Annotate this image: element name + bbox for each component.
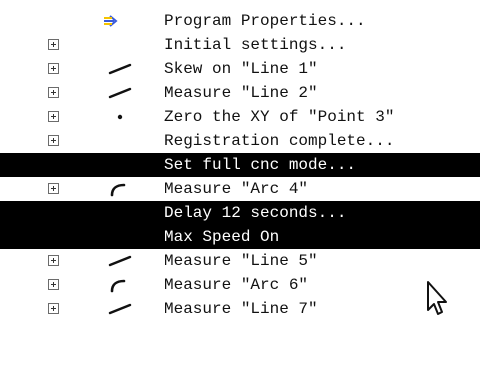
tree-row-label: Measure "Arc 4" bbox=[164, 180, 309, 198]
tree-row-label: Set full cnc mode... bbox=[164, 156, 357, 174]
expand-plus-icon[interactable] bbox=[48, 303, 59, 314]
expand-plus-icon[interactable] bbox=[48, 279, 59, 290]
tree-row-delay-12-seconds[interactable]: Delay 12 seconds... bbox=[0, 201, 480, 225]
tree-row-registration-complete[interactable]: Registration complete... bbox=[0, 129, 480, 153]
expand-plus-icon[interactable] bbox=[48, 111, 59, 122]
expand-plus-icon[interactable] bbox=[48, 255, 59, 266]
tree-row-label: Max Speed On bbox=[164, 228, 280, 246]
tree-row-max-speed-on[interactable]: Max Speed On bbox=[0, 225, 480, 249]
tree-row-skew-line-1[interactable]: Skew on "Line 1" bbox=[0, 57, 480, 81]
expand-plus-icon[interactable] bbox=[48, 135, 59, 146]
tree-row-measure-line-2[interactable]: Measure "Line 2" bbox=[0, 81, 480, 105]
tree-row-label: Measure "Line 7" bbox=[164, 300, 318, 318]
tree-row-measure-line-5[interactable]: Measure "Line 5" bbox=[0, 249, 480, 273]
line-icon bbox=[108, 87, 132, 99]
tree-row-label: Delay 12 seconds... bbox=[164, 204, 347, 222]
tree-row-label: Initial settings... bbox=[164, 36, 347, 54]
program-properties-arrow-icon bbox=[104, 15, 118, 27]
tree-row-label: Registration complete... bbox=[164, 132, 395, 150]
program-step-tree: Program Properties... Initial settings..… bbox=[0, 0, 480, 375]
tree-row-measure-line-7[interactable]: Measure "Line 7" bbox=[0, 297, 480, 321]
point-icon bbox=[117, 114, 123, 120]
line-icon bbox=[108, 303, 132, 315]
line-icon bbox=[108, 255, 132, 267]
tree-row-initial-settings[interactable]: Initial settings... bbox=[0, 33, 480, 57]
tree-row-program-properties[interactable]: Program Properties... bbox=[0, 9, 480, 33]
tree-row-label: Measure "Arc 6" bbox=[164, 276, 309, 294]
tree-row-set-full-cnc-mode[interactable]: Set full cnc mode... bbox=[0, 153, 480, 177]
mouse-pointer-icon bbox=[427, 281, 447, 315]
arc-icon bbox=[110, 279, 126, 293]
tree-row-label: Measure "Line 2" bbox=[164, 84, 318, 102]
tree-row-label: Skew on "Line 1" bbox=[164, 60, 318, 78]
tree-row-measure-arc-6[interactable]: Measure "Arc 6" bbox=[0, 273, 480, 297]
tree-row-zero-xy-point-3[interactable]: Zero the XY of "Point 3" bbox=[0, 105, 480, 129]
tree-row-measure-arc-4[interactable]: Measure "Arc 4" bbox=[0, 177, 480, 201]
tree-row-label: Measure "Line 5" bbox=[164, 252, 318, 270]
line-icon bbox=[108, 63, 132, 75]
expand-plus-icon[interactable] bbox=[48, 63, 59, 74]
expand-plus-icon[interactable] bbox=[48, 39, 59, 50]
expand-plus-icon[interactable] bbox=[48, 183, 59, 194]
expand-plus-icon[interactable] bbox=[48, 87, 59, 98]
arc-icon bbox=[110, 183, 126, 197]
tree-row-label: Program Properties... bbox=[164, 12, 366, 30]
tree-row-label: Zero the XY of "Point 3" bbox=[164, 108, 395, 126]
